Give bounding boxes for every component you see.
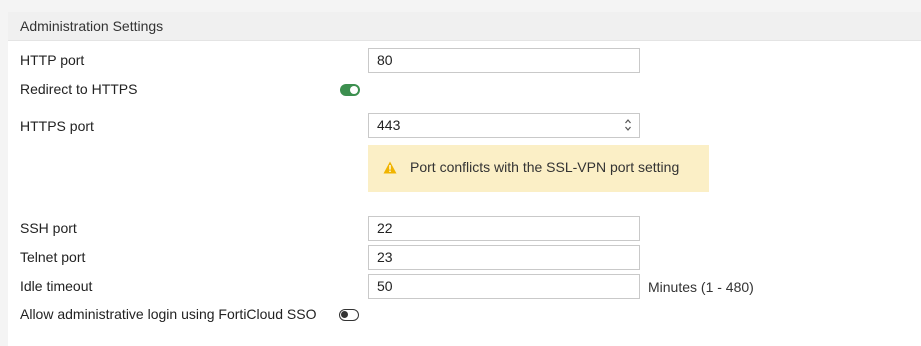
toggle-knob: [341, 311, 348, 318]
toggle-knob: [350, 86, 358, 94]
warning-text: Port conflicts with the SSL-VPN port set…: [410, 159, 680, 175]
telnet-port-label: Telnet port: [20, 249, 86, 265]
http-port-label: HTTP port: [20, 52, 85, 68]
administration-settings-panel: Administration Settings HTTP port 80 Red…: [8, 12, 921, 346]
section-header: Administration Settings: [8, 12, 921, 41]
https-port-input[interactable]: 443: [368, 113, 640, 138]
warning-triangle-icon: [383, 161, 397, 174]
redirect-https-toggle[interactable]: [340, 84, 360, 96]
telnet-port-input[interactable]: 23: [368, 245, 640, 270]
section-title: Administration Settings: [20, 18, 164, 34]
ssh-port-label: SSH port: [20, 220, 77, 236]
idle-timeout-units: Minutes (1 - 480): [648, 279, 754, 295]
idle-timeout-input[interactable]: 50: [368, 274, 640, 299]
ssh-port-input[interactable]: 22: [368, 216, 640, 241]
forticloud-sso-toggle[interactable]: [339, 309, 359, 321]
https-port-value: 443: [377, 117, 401, 133]
forticloud-sso-label: Allow administrative login using FortiCl…: [20, 306, 317, 322]
http-port-input[interactable]: 80: [368, 48, 640, 73]
spinner-icon[interactable]: [625, 118, 631, 132]
idle-timeout-label: Idle timeout: [20, 278, 93, 294]
port-conflict-warning: Port conflicts with the SSL-VPN port set…: [368, 145, 709, 192]
https-port-label: HTTPS port: [20, 118, 94, 134]
redirect-https-label: Redirect to HTTPS: [20, 81, 138, 97]
